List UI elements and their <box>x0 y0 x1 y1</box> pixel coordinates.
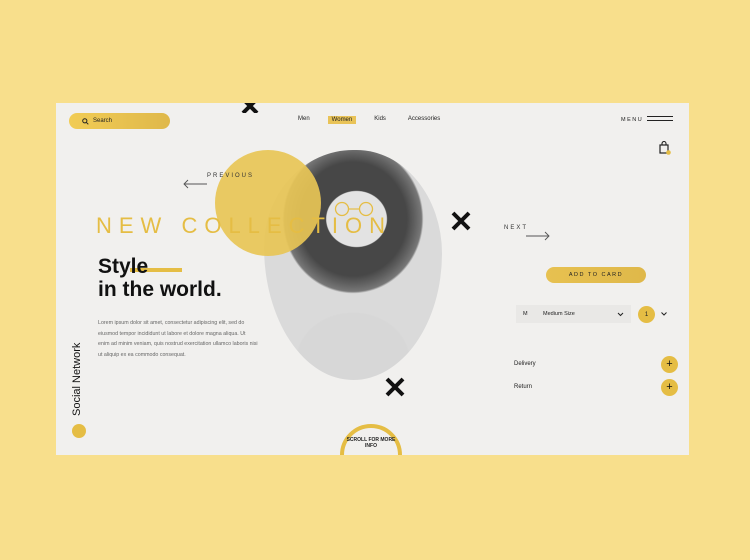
arrow-left-icon[interactable] <box>182 179 208 189</box>
x-mark-decoration-top <box>241 103 259 113</box>
search-icon <box>82 117 89 125</box>
quantity-badge[interactable]: 1 <box>638 306 655 323</box>
social-network-link[interactable]: Social Network <box>69 328 83 418</box>
arrow-right-icon[interactable] <box>525 231 551 241</box>
main-nav: Men Women Kids Accessories <box>298 116 462 124</box>
description-text: Lorem ipsum dolor sit amet, consectetur … <box>98 318 268 360</box>
yellow-dot-decoration <box>72 424 86 438</box>
hamburger-icon[interactable] <box>647 116 673 122</box>
headline: Style in the world. <box>98 255 222 301</box>
return-expand-button[interactable]: + <box>661 379 678 396</box>
collection-title: NEW COLLECTION <box>96 213 393 238</box>
description-line: enim ad minim veniam, quis nostrud exerc… <box>98 341 258 347</box>
nav-kids[interactable]: Kids <box>374 116 386 124</box>
search-field[interactable]: Search <box>69 113 170 129</box>
shopping-bag-icon[interactable] <box>659 141 671 155</box>
description-line: ut aliquip ex ea commodo consequat. <box>98 351 186 358</box>
x-mark-decoration-bottom <box>385 377 405 397</box>
x-mark-decoration-middle <box>451 211 471 231</box>
size-value: Medium Size <box>543 311 575 317</box>
chevron-down-icon <box>617 312 624 316</box>
headline-line-1: Style <box>98 255 149 278</box>
nav-men[interactable]: Men <box>298 116 310 124</box>
size-code: M <box>523 311 528 317</box>
yellow-circle-decoration <box>215 150 321 256</box>
nav-accessories[interactable]: Accessories <box>408 116 440 124</box>
description-line: Lorem ipsum dolor sit amet, consectetur … <box>98 320 245 326</box>
headline-line-2: in the world. <box>98 278 222 301</box>
description-line: eiusmod tempor incididunt ut labore et d… <box>98 330 246 337</box>
scroll-label-line-2: INFO <box>365 443 377 449</box>
menu-label[interactable]: MENU <box>621 117 643 123</box>
search-placeholder: Search <box>93 118 113 124</box>
previous-label[interactable]: PREVIOUS <box>207 173 254 179</box>
scroll-label: SCROLL FOR MORE INFO <box>340 437 402 449</box>
social-network-label: Social Network <box>71 342 83 416</box>
return-label: Return <box>514 384 533 390</box>
add-to-card-button[interactable]: ADD TO CARD <box>546 267 646 283</box>
delivery-label: Delivery <box>514 361 536 367</box>
delivery-expand-button[interactable]: + <box>661 356 678 373</box>
size-select[interactable]: M Medium Size <box>516 305 631 323</box>
nav-women[interactable]: Women <box>327 116 357 124</box>
landing-card: Search Men Women Kids Accessories MENU N… <box>56 103 689 455</box>
quantity-chevron-down-icon[interactable] <box>660 310 668 318</box>
